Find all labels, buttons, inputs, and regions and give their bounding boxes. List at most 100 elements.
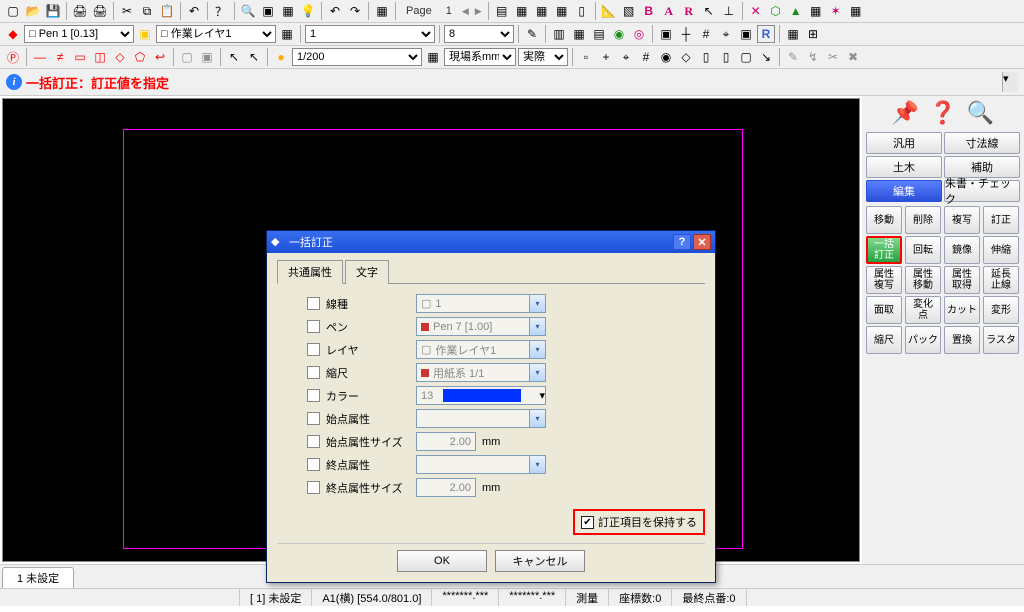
curve-icon[interactable]: ↩ [151, 48, 169, 66]
snap3-icon[interactable]: ▤ [590, 25, 608, 43]
cmd-attrget[interactable]: 属性 取得 [944, 266, 980, 294]
cmd-rotate[interactable]: 回転 [905, 236, 941, 264]
cursor2-icon[interactable]: ↖ [245, 48, 263, 66]
zoom-win-icon[interactable]: ▦ [279, 2, 297, 20]
dialog-help-button[interactable]: ? [673, 234, 691, 250]
cmd-deform[interactable]: 変形 [983, 296, 1019, 324]
cmd-vertex[interactable]: 変化 点 [905, 296, 941, 324]
pen-select[interactable]: □ Pen 1 [0.13] [24, 25, 134, 43]
pan-icon[interactable]: Ⓟ [4, 48, 22, 66]
cursor-icon[interactable]: ↖ [225, 48, 243, 66]
chk-end-attr[interactable] [307, 458, 320, 471]
cmd-delete[interactable]: 削除 [905, 206, 941, 234]
cmd-extend[interactable]: 延長 止線 [983, 266, 1019, 294]
perp-icon[interactable]: ⊥ [720, 2, 738, 20]
sel2-icon[interactable]: ▣ [198, 48, 216, 66]
circle-icon[interactable]: ◇ [111, 48, 129, 66]
line2-icon[interactable]: ≠ [51, 48, 69, 66]
mod3-icon[interactable]: ✂ [824, 48, 842, 66]
dialog-titlebar[interactable]: ◆ 一括訂正 ? ✕ [267, 231, 715, 253]
bold-icon[interactable]: B [640, 2, 658, 20]
misc5-icon[interactable]: ✶ [827, 2, 845, 20]
r-box-icon[interactable]: R [757, 25, 775, 43]
cancel-button[interactable]: キャンセル [495, 550, 585, 572]
rp-general[interactable]: 汎用 [866, 132, 942, 154]
chk-start-attr[interactable] [307, 412, 320, 425]
register-icon[interactable]: ▦ [533, 2, 551, 20]
fld-end-attr[interactable]: ▾ [416, 455, 546, 474]
fld-pen[interactable]: Pen 7 [1.00]▾ [416, 317, 546, 336]
cut-icon[interactable]: ✂ [118, 2, 136, 20]
cmd-mirror[interactable]: 鏡像 [944, 236, 980, 264]
scale-select[interactable]: 1/200 [292, 48, 422, 66]
text-a-icon[interactable]: A [660, 2, 678, 20]
size-select[interactable]: 8 [444, 25, 514, 43]
cmd-chamfer[interactable]: 面取 [866, 296, 902, 324]
rp-edit[interactable]: 編集 [866, 180, 942, 202]
extra2-icon[interactable]: ⊞ [804, 25, 822, 43]
osnap1-icon[interactable]: ▫ [577, 48, 595, 66]
line1-icon[interactable]: — [31, 48, 49, 66]
grid4-icon[interactable]: ⌖ [717, 25, 735, 43]
dialog-close-button[interactable]: ✕ [693, 234, 711, 250]
layers2-icon[interactable]: ▧ [620, 2, 638, 20]
fld-linetype[interactable]: ▢1▾ [416, 294, 546, 313]
rp-civil[interactable]: 土木 [866, 156, 942, 178]
mod4-icon[interactable]: ✖ [844, 48, 862, 66]
eyedrop-icon[interactable]: ✎ [523, 25, 541, 43]
chk-start-size[interactable] [307, 435, 320, 448]
redo-icon[interactable]: ↷ [346, 2, 364, 20]
chk-color[interactable] [307, 389, 320, 402]
osnap7-icon[interactable]: ▯ [697, 48, 715, 66]
fld-layer[interactable]: ▢作業レイヤ1▾ [416, 340, 546, 359]
snap1-icon[interactable]: ▥ [550, 25, 568, 43]
ok-button[interactable]: OK [397, 550, 487, 572]
rp-dimension[interactable]: 寸法線 [944, 132, 1020, 154]
save-icon[interactable]: 💾 [44, 2, 62, 20]
grid3-icon[interactable]: # [697, 25, 715, 43]
snap4-icon[interactable]: ◉ [610, 25, 628, 43]
cmd-stretch[interactable]: 伸縮 [983, 236, 1019, 264]
fld-end-size[interactable]: 2.00 [416, 478, 476, 497]
ruler-icon[interactable]: 📐 [600, 2, 618, 20]
layer-config-icon[interactable]: ▦ [278, 25, 296, 43]
env-select[interactable]: 実際 [518, 48, 568, 66]
layer-select[interactable]: □ 作業レイヤ1 [156, 25, 276, 43]
paste-icon[interactable]: 📋 [158, 2, 176, 20]
undo2-icon[interactable]: ↶ [326, 2, 344, 20]
osnap9-icon[interactable]: ▢ [737, 48, 755, 66]
linetype-select[interactable]: 1 [305, 25, 435, 43]
pen-icon[interactable]: ◆ [4, 25, 22, 43]
undo-icon[interactable]: ↶ [185, 2, 203, 20]
fld-color[interactable]: 13▾ [416, 386, 546, 405]
chk-end-size[interactable] [307, 481, 320, 494]
grid1-icon[interactable]: ▣ [657, 25, 675, 43]
layer-icon2[interactable]: ▣ [136, 25, 154, 43]
cmd-raster[interactable]: ラスタ [983, 326, 1019, 354]
mod1-icon[interactable]: ✎ [784, 48, 802, 66]
osnap4-icon[interactable]: # [637, 48, 655, 66]
misc4-icon[interactable]: ▦ [807, 2, 825, 20]
page-next-icon[interactable]: ▶ [473, 6, 484, 17]
osnap2-icon[interactable]: + [597, 48, 615, 66]
snap2-icon[interactable]: ▦ [570, 25, 588, 43]
scale-icon[interactable]: ● [272, 48, 290, 66]
cmd-pack[interactable]: パック [905, 326, 941, 354]
idea-icon[interactable]: 💡 [299, 2, 317, 20]
rp-redline[interactable]: 朱書・チェック [944, 180, 1020, 202]
box1-icon[interactable]: ▭ [71, 48, 89, 66]
new-icon[interactable]: ▢ [4, 2, 22, 20]
scale-config-icon[interactable]: ▦ [424, 48, 442, 66]
zoom-ext-icon[interactable]: ▣ [259, 2, 277, 20]
grid2-icon[interactable]: ┼ [677, 25, 695, 43]
page-tab-1[interactable]: 1 未設定 [2, 567, 74, 588]
split-icon[interactable]: ▯ [573, 2, 591, 20]
side-scroll[interactable]: ▾ [1002, 72, 1018, 92]
template-icon[interactable]: ▦ [553, 2, 571, 20]
sheet-icon[interactable]: ▦ [513, 2, 531, 20]
search2-icon[interactable]: 🔍 [967, 100, 994, 126]
osnap3-icon[interactable]: ⌖ [617, 48, 635, 66]
sel1-icon[interactable]: ▢ [178, 48, 196, 66]
cmd-scale[interactable]: 縮尺 [866, 326, 902, 354]
chk-linetype[interactable] [307, 297, 320, 310]
